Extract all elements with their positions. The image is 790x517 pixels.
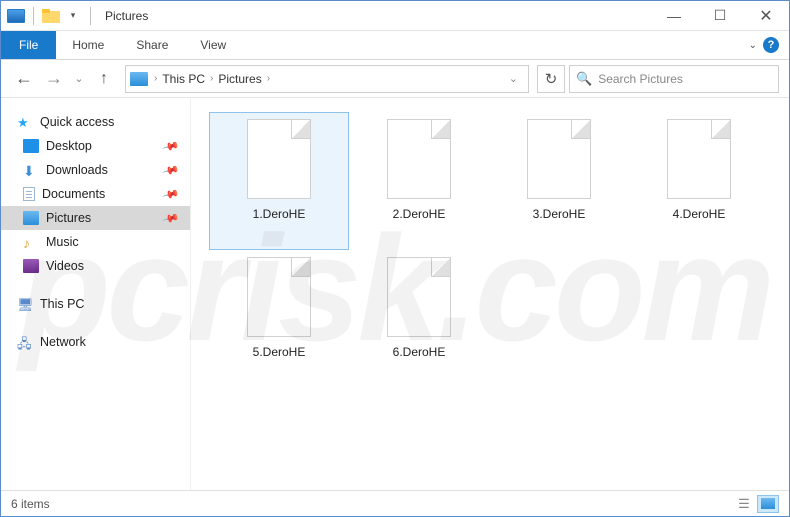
- sidebar-label: Pictures: [46, 211, 91, 225]
- sidebar-this-pc[interactable]: 🖥 This PC: [1, 292, 190, 316]
- file-icon: [387, 257, 451, 337]
- sidebar-item-pictures[interactable]: Pictures 📌: [1, 206, 190, 230]
- file-icon: [247, 257, 311, 337]
- file-item[interactable]: 6.DeroHE: [349, 250, 489, 388]
- breadcrumb-pictures[interactable]: Pictures: [215, 72, 264, 86]
- view-toggles: ☰: [733, 495, 779, 513]
- pc-icon: 🖥: [17, 297, 33, 311]
- sidebar-label: Desktop: [46, 139, 92, 153]
- file-name: 3.DeroHE: [533, 207, 586, 221]
- minimize-button[interactable]: —: [651, 1, 697, 31]
- close-button[interactable]: ✕: [743, 1, 789, 31]
- sidebar-label: Documents: [42, 187, 105, 201]
- file-list[interactable]: 1.DeroHE 2.DeroHE 3.DeroHE 4.DeroHE 5.De…: [191, 98, 789, 492]
- file-name: 4.DeroHE: [673, 207, 726, 221]
- sidebar-label: Videos: [46, 259, 84, 273]
- address-bar-right: ⌄: [509, 72, 524, 85]
- ribbon-collapse-icon[interactable]: ⌄: [749, 40, 757, 51]
- pin-icon: 📌: [162, 161, 180, 179]
- sidebar-item-videos[interactable]: Videos: [1, 254, 190, 278]
- ribbon-right: ⌄ ?: [749, 31, 789, 59]
- pictures-icon: [23, 211, 39, 225]
- details-view-button[interactable]: ☰: [733, 495, 755, 513]
- videos-icon: [23, 259, 39, 273]
- file-icon: [387, 119, 451, 199]
- file-item[interactable]: 1.DeroHE: [209, 112, 349, 250]
- file-name: 5.DeroHE: [253, 345, 306, 359]
- tab-view[interactable]: View: [184, 31, 242, 59]
- quick-access-dropdown-icon[interactable]: ▾: [64, 7, 82, 25]
- sidebar-network[interactable]: 🖧 Network: [1, 330, 190, 354]
- sidebar-label: Downloads: [46, 163, 108, 177]
- file-icon: [667, 119, 731, 199]
- search-input[interactable]: 🔍 Search Pictures: [569, 65, 779, 93]
- chevron-right-icon[interactable]: ›: [208, 73, 215, 84]
- tab-home[interactable]: Home: [56, 31, 120, 59]
- status-bar: 6 items ☰: [1, 490, 789, 516]
- explorer-body: ★ Quick access Desktop 📌 ⬇ Downloads 📌 D…: [1, 98, 789, 492]
- pin-icon: 📌: [162, 137, 180, 155]
- network-icon: 🖧: [17, 335, 33, 349]
- tab-share[interactable]: Share: [120, 31, 184, 59]
- sidebar-label: Music: [46, 235, 79, 249]
- file-item[interactable]: 2.DeroHE: [349, 112, 489, 250]
- window-controls: — ☐ ✕: [651, 1, 789, 31]
- file-icon: [247, 119, 311, 199]
- breadcrumb-this-pc[interactable]: This PC: [159, 72, 208, 86]
- sidebar-quick-access[interactable]: ★ Quick access: [1, 110, 190, 134]
- music-icon: ♪: [23, 235, 39, 249]
- chevron-right-icon[interactable]: ›: [265, 73, 272, 84]
- maximize-button[interactable]: ☐: [697, 1, 743, 31]
- help-icon[interactable]: ?: [763, 37, 779, 53]
- star-icon: ★: [17, 115, 33, 129]
- forward-button[interactable]: →: [41, 66, 67, 92]
- file-icon: [527, 119, 591, 199]
- search-placeholder: Search Pictures: [598, 72, 683, 86]
- navigation-bar: ← → ⌄ ↑ › This PC › Pictures › ⌄ ↻ 🔍 Sea…: [1, 60, 789, 98]
- pin-icon: 📌: [162, 185, 180, 203]
- recent-locations-button[interactable]: ⌄: [71, 66, 87, 92]
- ribbon: File Home Share View ⌄ ?: [1, 31, 789, 60]
- sidebar-item-documents[interactable]: Documents 📌: [1, 182, 190, 206]
- separator: [33, 7, 34, 25]
- file-item[interactable]: 4.DeroHE: [629, 112, 769, 250]
- title-bar-left: ▾ Pictures: [1, 7, 148, 25]
- chevron-right-icon[interactable]: ›: [152, 73, 159, 84]
- title-bar: ▾ Pictures — ☐ ✕: [1, 1, 789, 31]
- sidebar-label: Network: [40, 335, 86, 349]
- quick-access-folder-icon[interactable]: [42, 7, 60, 25]
- downloads-icon: ⬇: [23, 163, 39, 177]
- file-item[interactable]: 3.DeroHE: [489, 112, 629, 250]
- location-icon: [130, 72, 148, 86]
- sidebar-item-music[interactable]: ♪ Music: [1, 230, 190, 254]
- file-tab[interactable]: File: [1, 31, 56, 59]
- item-count: 6 items: [11, 497, 50, 511]
- navigation-pane: ★ Quick access Desktop 📌 ⬇ Downloads 📌 D…: [1, 98, 191, 492]
- sidebar-item-downloads[interactable]: ⬇ Downloads 📌: [1, 158, 190, 182]
- search-icon: 🔍: [576, 71, 592, 87]
- address-bar[interactable]: › This PC › Pictures › ⌄: [125, 65, 529, 93]
- address-dropdown-icon[interactable]: ⌄: [509, 72, 518, 85]
- file-name: 2.DeroHE: [393, 207, 446, 221]
- sidebar-item-desktop[interactable]: Desktop 📌: [1, 134, 190, 158]
- back-button[interactable]: ←: [11, 66, 37, 92]
- file-name: 6.DeroHE: [393, 345, 446, 359]
- up-button[interactable]: ↑: [91, 70, 117, 88]
- pin-icon: 📌: [162, 209, 180, 227]
- documents-icon: [23, 187, 35, 201]
- app-icon: [7, 9, 25, 23]
- desktop-icon: [23, 139, 39, 153]
- sidebar-label: Quick access: [40, 115, 114, 129]
- icons-view-button[interactable]: [757, 495, 779, 513]
- file-item[interactable]: 5.DeroHE: [209, 250, 349, 388]
- window-title: Pictures: [105, 9, 148, 23]
- refresh-button[interactable]: ↻: [537, 65, 565, 93]
- file-name: 1.DeroHE: [253, 207, 306, 221]
- separator: [90, 7, 91, 25]
- sidebar-label: This PC: [40, 297, 84, 311]
